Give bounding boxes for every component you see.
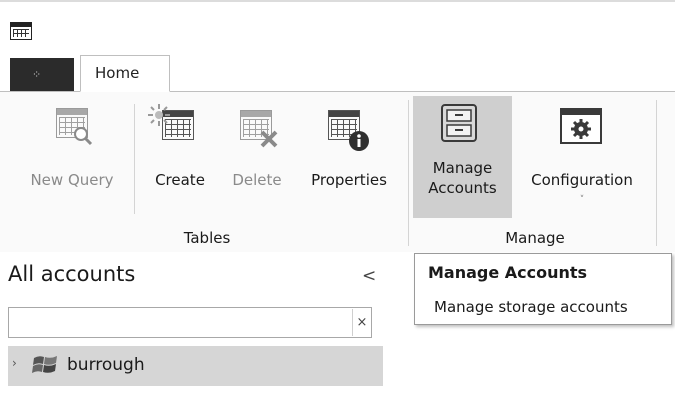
configuration-button[interactable]: Configuration ˅	[516, 104, 648, 216]
tab-home-label: Home	[95, 64, 140, 82]
tree-item-label: burrough	[67, 355, 145, 375]
properties-button[interactable]: Properties	[298, 104, 400, 216]
group-separator-right	[656, 100, 657, 246]
manage-group-label: Manage	[505, 229, 565, 247]
file-tab-icon: ⁘	[32, 68, 43, 81]
x-mark-icon	[260, 130, 278, 148]
file-cabinet-icon	[441, 104, 477, 142]
panel-title: All accounts	[8, 262, 136, 286]
sparkle-icon	[148, 104, 170, 126]
manage-accounts-label-line1: Manage	[432, 159, 493, 177]
tree-item-burrough[interactable]	[8, 346, 383, 386]
manage-accounts-label-line2: Accounts	[428, 179, 497, 197]
configuration-label: Configuration	[531, 171, 633, 189]
tooltip-description: Manage storage accounts	[434, 298, 628, 316]
new-query-label: New Query	[30, 171, 114, 189]
gear-window-icon	[560, 108, 602, 144]
magnifier-icon	[74, 127, 93, 146]
collapse-panel-button[interactable]: <	[362, 266, 376, 286]
windows-flag-icon	[32, 356, 57, 373]
tab-home[interactable]: Home	[80, 55, 170, 92]
clear-search-button[interactable]: ×	[352, 309, 371, 336]
group-separator	[408, 100, 409, 246]
delete-table-button[interactable]: Delete	[222, 104, 292, 216]
ribbon-separator	[134, 104, 135, 214]
file-tab[interactable]: ⁘	[10, 58, 74, 91]
create-table-button[interactable]: Create	[142, 104, 218, 216]
table-window-icon	[10, 22, 32, 40]
properties-label: Properties	[311, 171, 387, 189]
new-query-button[interactable]: New Query	[17, 104, 127, 216]
delete-label: Delete	[232, 171, 282, 189]
search-input[interactable]	[8, 307, 372, 338]
expand-chevron-icon[interactable]: ›	[12, 356, 17, 370]
info-badge-icon	[349, 131, 369, 151]
manage-accounts-button[interactable]: Manage Accounts	[413, 96, 512, 218]
tooltip-title: Manage Accounts	[428, 263, 588, 282]
create-label: Create	[155, 171, 205, 189]
tables-group-label: Tables	[183, 229, 231, 247]
title-bar	[0, 0, 675, 52]
configuration-dropdown-arrow[interactable]: ˅	[576, 190, 588, 210]
